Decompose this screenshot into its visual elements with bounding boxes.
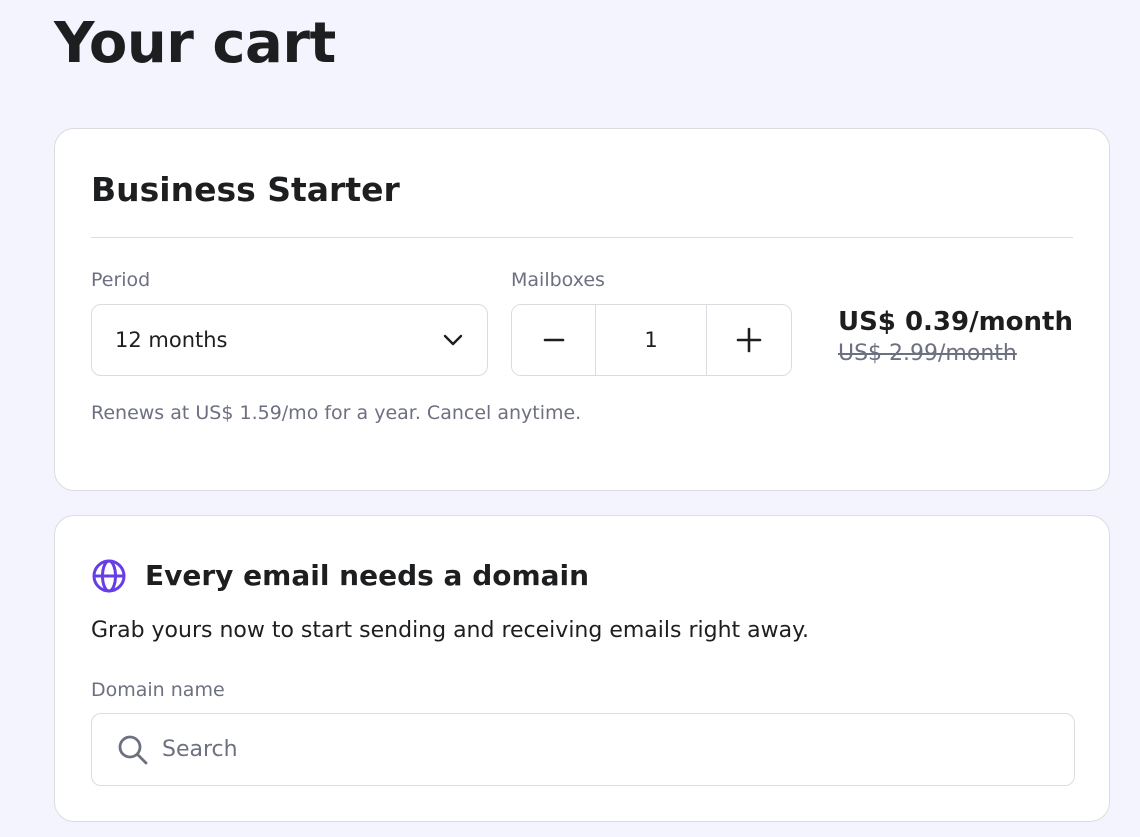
- search-icon: [118, 735, 148, 764]
- divider: [91, 237, 1073, 238]
- domain-search-box: [91, 713, 1075, 786]
- globe-icon: [92, 559, 126, 593]
- decrease-mailboxes-button[interactable]: [512, 305, 596, 375]
- domain-title: Every email needs a domain: [145, 559, 590, 592]
- domain-search-input[interactable]: [162, 714, 1074, 785]
- plus-icon: [736, 327, 762, 353]
- period-label: Period: [91, 269, 151, 291]
- original-price: US$ 2.99/month: [837, 341, 1017, 366]
- plan-card: Business Starter Period 12 months Mailbo…: [54, 128, 1110, 491]
- minus-icon: [543, 338, 564, 342]
- mailboxes-value[interactable]: 1: [596, 305, 706, 375]
- chevron-down-icon: [443, 334, 463, 346]
- mailboxes-label: Mailboxes: [511, 269, 605, 291]
- price-block: US$ 0.39/month US$ 2.99/month: [838, 305, 1073, 369]
- domain-subtitle: Grab yours now to start sending and rece…: [91, 618, 809, 643]
- domain-heading: Every email needs a domain: [91, 556, 589, 596]
- mailboxes-stepper: 1: [511, 304, 792, 376]
- period-select[interactable]: 12 months: [91, 304, 488, 376]
- domain-card: Every email needs a domain Grab yours no…: [54, 515, 1110, 822]
- period-value: 12 months: [115, 328, 228, 352]
- page-title: Your cart: [54, 11, 336, 76]
- domain-name-label: Domain name: [91, 679, 225, 701]
- renewal-note: Renews at US$ 1.59/mo for a year. Cancel…: [91, 402, 582, 424]
- increase-mailboxes-button[interactable]: [706, 305, 791, 375]
- current-price: US$ 0.39/month: [837, 307, 1073, 337]
- plan-title: Business Starter: [91, 170, 400, 209]
